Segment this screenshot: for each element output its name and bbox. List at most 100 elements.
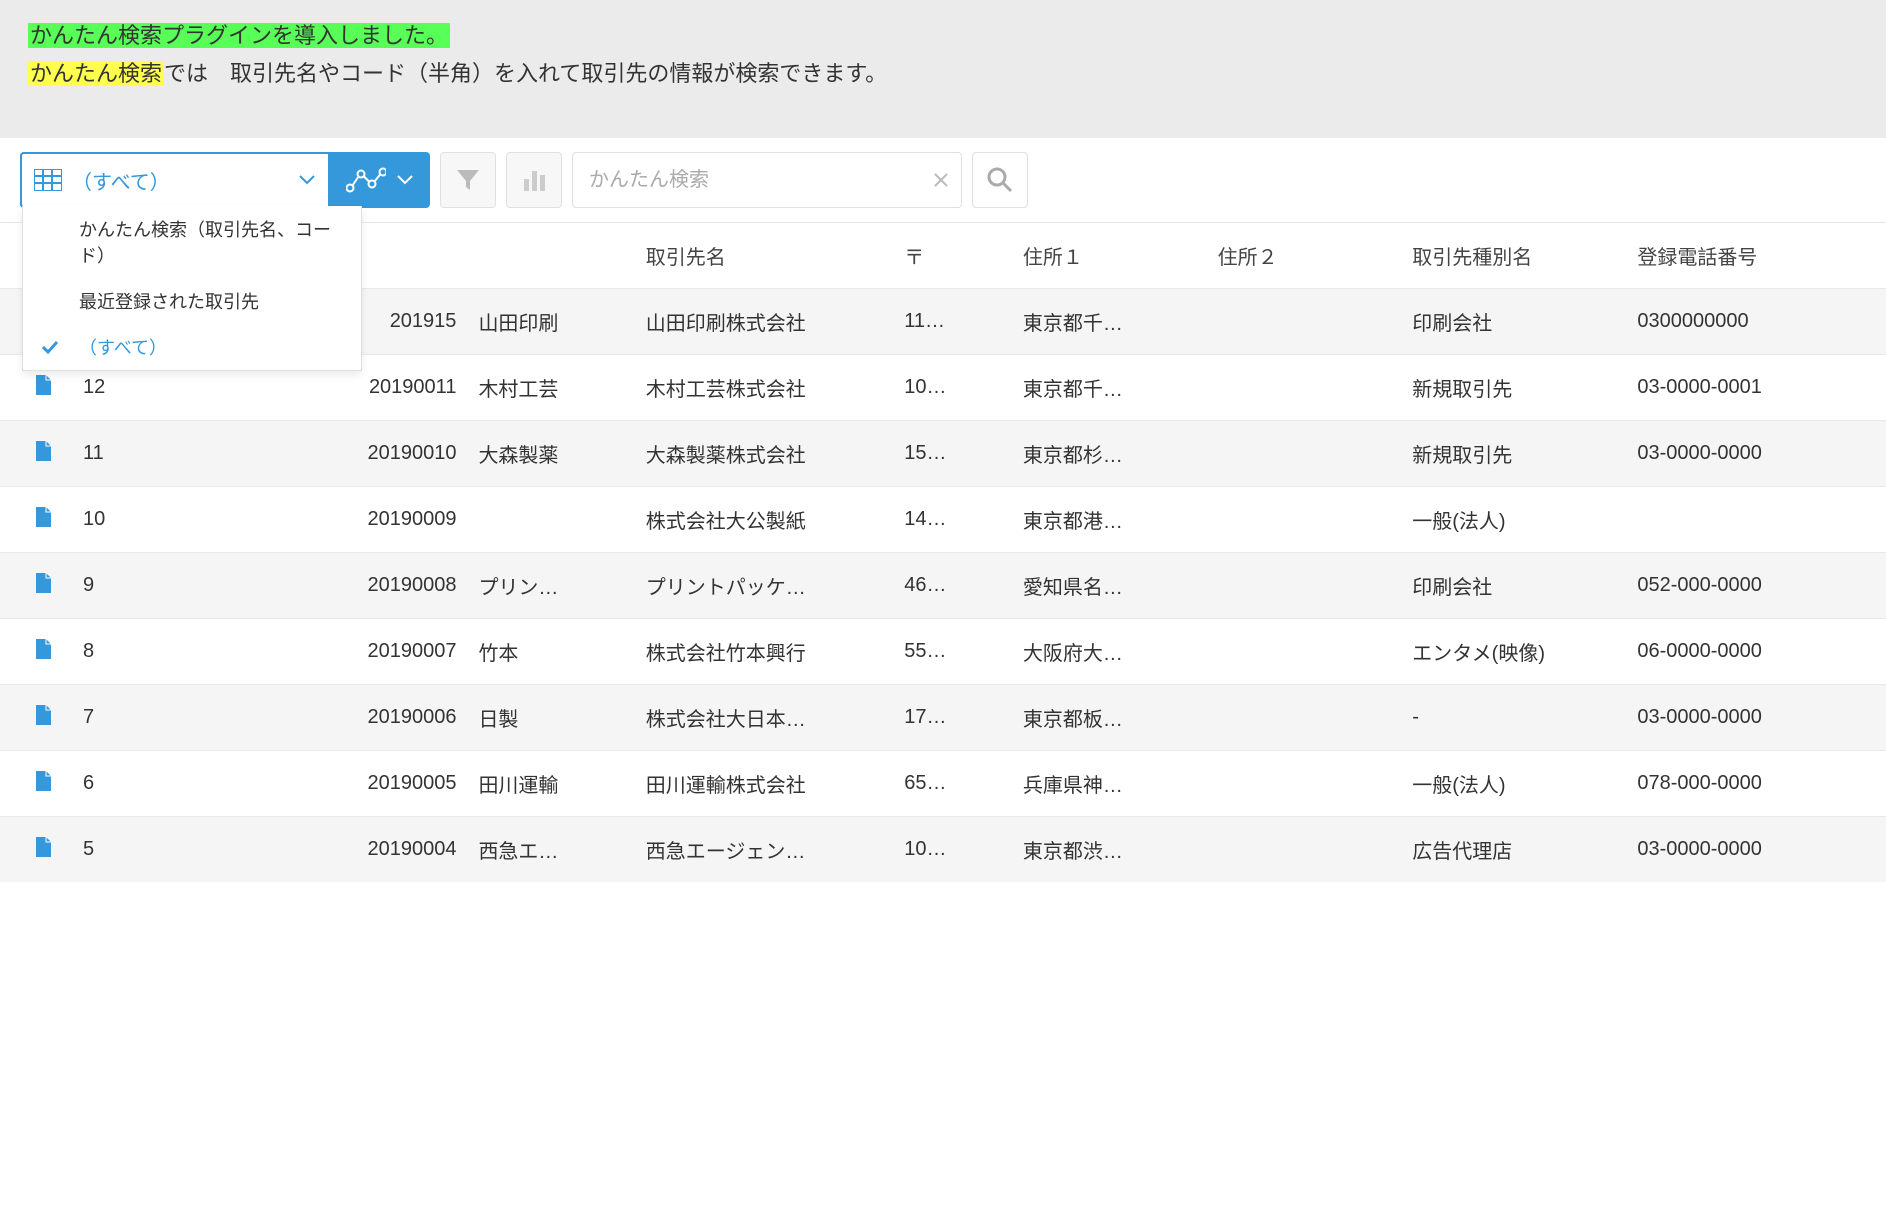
header-alias[interactable] <box>468 223 635 289</box>
document-icon[interactable] <box>34 770 52 792</box>
toolbar: （すべて） <box>0 152 1886 222</box>
cell-zip: 15… <box>894 421 1013 487</box>
document-icon[interactable] <box>34 704 52 726</box>
document-icon[interactable] <box>34 440 52 462</box>
filter-button[interactable] <box>440 152 496 208</box>
cell-code: 20190005 <box>286 751 469 817</box>
table-view-icon <box>34 169 62 191</box>
cell-phone: 03-0000-0001 <box>1627 355 1886 421</box>
cell-type: 一般(法人) <box>1402 487 1627 553</box>
header-phone[interactable]: 登録電話番号 <box>1627 223 1886 289</box>
cell-name: 山田印刷株式会社 <box>636 289 895 355</box>
dropdown-item[interactable]: 最近登録された取引先 <box>23 278 361 324</box>
cell-alias: 西急エ… <box>468 817 635 883</box>
document-icon[interactable] <box>34 374 52 396</box>
cell-addr2 <box>1208 289 1403 355</box>
cell-zip: 65… <box>894 751 1013 817</box>
table-row[interactable]: 720190006日製株式会社大日本…17…東京都板…-03-0000-0000 <box>0 685 1886 751</box>
search-field-wrapper <box>572 152 962 208</box>
cell-code: 20190010 <box>286 421 469 487</box>
cell-addr2 <box>1208 553 1403 619</box>
chart-button[interactable] <box>506 152 562 208</box>
cell-id: 10 <box>73 487 286 553</box>
clear-search-button[interactable] <box>921 172 961 188</box>
header-type[interactable]: 取引先種別名 <box>1402 223 1627 289</box>
cell-type: - <box>1402 685 1627 751</box>
cell-type: 印刷会社 <box>1402 553 1627 619</box>
cell-phone <box>1627 487 1886 553</box>
cell-code: 20190007 <box>286 619 469 685</box>
table-row[interactable]: 620190005田川運輸田川運輸株式会社65…兵庫県神…一般(法人)078-0… <box>0 751 1886 817</box>
document-icon[interactable] <box>34 836 52 858</box>
chevron-down-icon <box>396 171 414 189</box>
cell-phone: 0300000000 <box>1627 289 1886 355</box>
header-addr2[interactable]: 住所２ <box>1208 223 1403 289</box>
cell-type: 広告代理店 <box>1402 817 1627 883</box>
dropdown-item-label: （すべて） <box>79 338 167 358</box>
dropdown-item-label: かんたん検索（取引先名、コード） <box>79 220 331 266</box>
funnel-icon <box>455 167 481 193</box>
dropdown-item-label: 最近登録された取引先 <box>79 292 259 312</box>
table-row[interactable]: 520190004西急エ…西急エージェン…10…東京都渋…広告代理店03-000… <box>0 817 1886 883</box>
cell-addr2 <box>1208 685 1403 751</box>
check-icon <box>41 340 59 354</box>
document-icon[interactable] <box>34 638 52 660</box>
table-row[interactable]: 1020190009 株式会社大公製紙14…東京都港… 一般(法人) <box>0 487 1886 553</box>
header-zip[interactable]: 〒 <box>894 223 1013 289</box>
cell-id: 8 <box>73 619 286 685</box>
cell-zip: 46… <box>894 553 1013 619</box>
cell-addr2 <box>1208 751 1403 817</box>
cell-alias: 木村工芸 <box>468 355 635 421</box>
cell-addr2 <box>1208 619 1403 685</box>
table-row[interactable]: 820190007竹本株式会社竹本興行55…大阪府大…エンタメ(映像)06-00… <box>0 619 1886 685</box>
view-dropdown: かんたん検索（取引先名、コード） 最近登録された取引先 （すべて） <box>22 206 362 371</box>
cell-addr1: 東京都板… <box>1013 685 1208 751</box>
dropdown-item[interactable]: かんたん検索（取引先名、コード） <box>23 206 361 278</box>
document-icon[interactable] <box>34 572 52 594</box>
cell-name: 大森製薬株式会社 <box>636 421 895 487</box>
cell-name: 田川運輸株式会社 <box>636 751 895 817</box>
cell-zip: 10… <box>894 355 1013 421</box>
table-row[interactable]: 1120190010大森製薬大森製薬株式会社15…東京都杉…新規取引先03-00… <box>0 421 1886 487</box>
banner-highlight: かんたん検索 <box>28 61 164 86</box>
header-addr1[interactable]: 住所１ <box>1013 223 1208 289</box>
cell-id: 5 <box>73 817 286 883</box>
cell-zip: 17… <box>894 685 1013 751</box>
cell-id: 6 <box>73 751 286 817</box>
cell-code: 20190004 <box>286 817 469 883</box>
cell-type: エンタメ(映像) <box>1402 619 1627 685</box>
view-selector[interactable]: （すべて） <box>20 152 330 208</box>
cell-type: 新規取引先 <box>1402 421 1627 487</box>
cell-addr1: 兵庫県神… <box>1013 751 1208 817</box>
document-icon[interactable] <box>34 506 52 528</box>
search-button[interactable] <box>972 152 1028 208</box>
cell-addr2 <box>1208 355 1403 421</box>
table-row[interactable]: 920190008プリン…プリントパッケ…46…愛知県名…印刷会社052-000… <box>0 553 1886 619</box>
cell-name: 木村工芸株式会社 <box>636 355 895 421</box>
search-icon <box>986 166 1014 194</box>
cell-alias: 大森製薬 <box>468 421 635 487</box>
cell-phone: 078-000-0000 <box>1627 751 1886 817</box>
cell-phone: 06-0000-0000 <box>1627 619 1886 685</box>
cell-phone: 03-0000-0000 <box>1627 817 1886 883</box>
header-name[interactable]: 取引先名 <box>636 223 895 289</box>
cell-alias <box>468 487 635 553</box>
line-chart-icon <box>346 166 386 194</box>
cell-type: 新規取引先 <box>1402 355 1627 421</box>
cell-addr1: 東京都港… <box>1013 487 1208 553</box>
cell-zip: 55… <box>894 619 1013 685</box>
cell-code: 20190009 <box>286 487 469 553</box>
graph-toggle[interactable] <box>330 152 430 208</box>
announcement-banner: かんたん検索プラグインを導入しました。 かんたん検索では 取引先名やコード（半角… <box>0 0 1886 138</box>
cell-name: 西急エージェン… <box>636 817 895 883</box>
cell-name: 株式会社大公製紙 <box>636 487 895 553</box>
cell-addr1: 大阪府大… <box>1013 619 1208 685</box>
cell-addr2 <box>1208 421 1403 487</box>
cell-code: 20190008 <box>286 553 469 619</box>
cell-zip: 14… <box>894 487 1013 553</box>
search-input[interactable] <box>573 169 921 192</box>
banner-rest: では 取引先名やコード（半角）を入れて取引先の情報が検索できます。 <box>164 61 887 86</box>
cell-addr1: 東京都千… <box>1013 355 1208 421</box>
dropdown-item[interactable]: （すべて） <box>23 324 361 370</box>
cell-type: 印刷会社 <box>1402 289 1627 355</box>
